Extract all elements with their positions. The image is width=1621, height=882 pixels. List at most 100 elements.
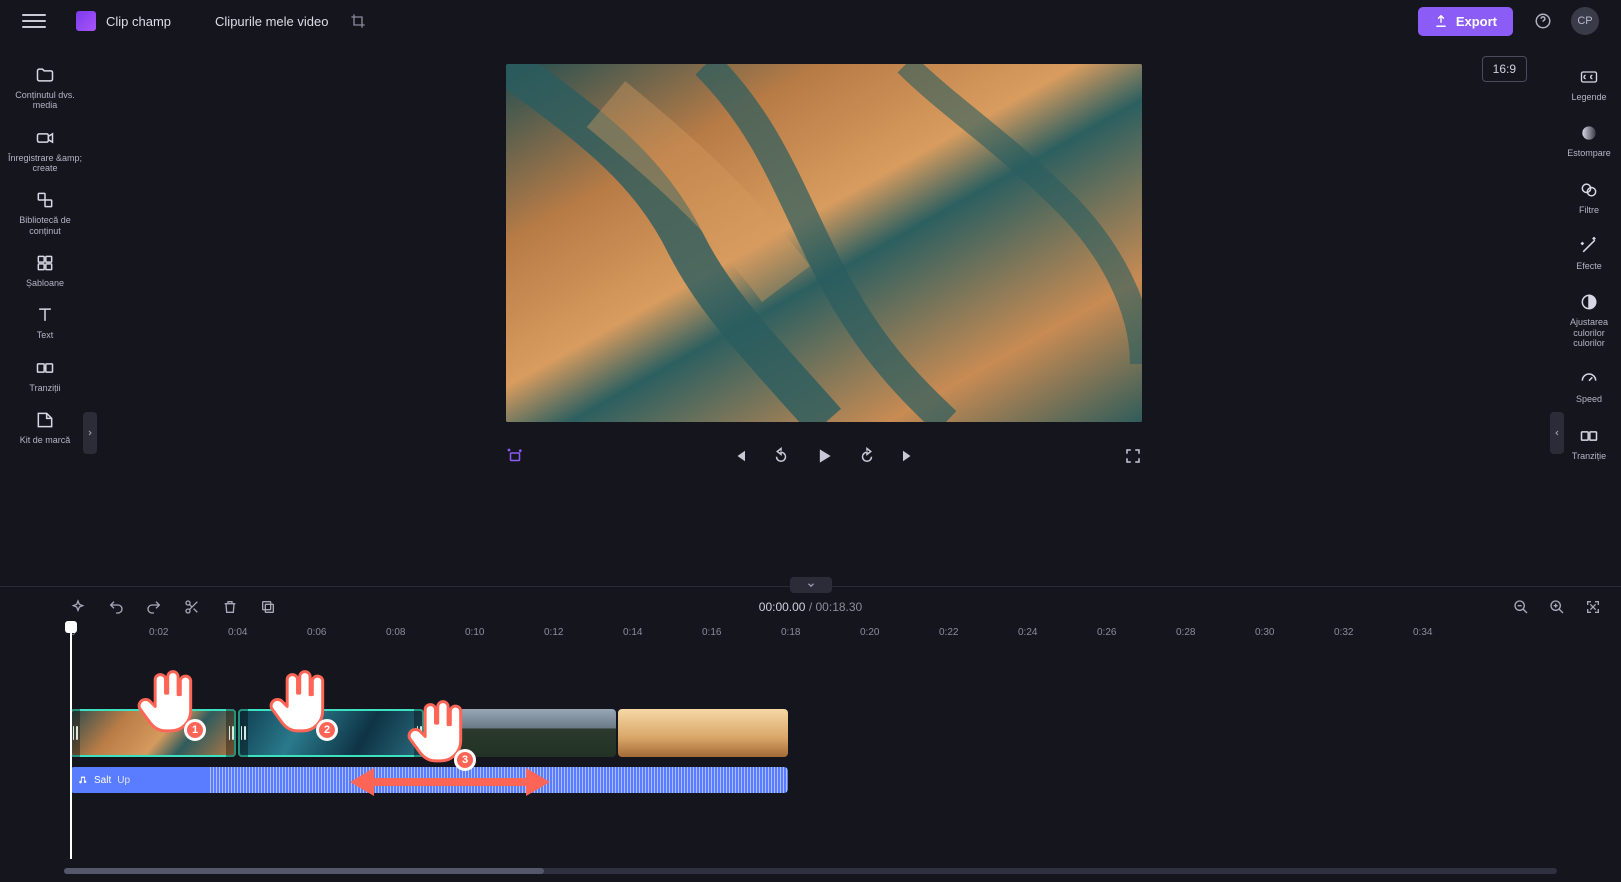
camera-icon — [35, 127, 55, 149]
skip-back-icon[interactable] — [730, 447, 748, 465]
contrast-icon — [1579, 291, 1599, 313]
project-title[interactable]: Clipurile mele video — [205, 10, 338, 33]
folder-icon — [35, 64, 55, 86]
timeline-ruler[interactable]: 00:020:040:060:080:100:120:140:160:180:2… — [70, 627, 1621, 649]
timeline-timecode: 00:00.00 / 00:18.30 — [759, 600, 862, 614]
preview-area: 16:9 — [90, 42, 1557, 586]
grid-icon — [35, 252, 55, 274]
right-item-color[interactable]: Ajustarea culorilor culorilor — [1559, 281, 1619, 358]
sidebar-item-label: Tranziții — [29, 383, 60, 393]
ruler-tick: 0:08 — [386, 627, 465, 649]
ruler-tick: 0:18 — [781, 627, 860, 649]
right-item-captions[interactable]: Legende — [1559, 56, 1619, 112]
skip-forward-icon[interactable] — [900, 447, 918, 465]
ruler-tick: 0:32 — [1334, 627, 1413, 649]
right-item-transition[interactable]: Tranziție — [1559, 415, 1619, 471]
duplicate-icon[interactable] — [260, 599, 276, 615]
sidebar-item-templates[interactable]: Șabloane — [3, 244, 87, 296]
right-item-label: Speed — [1576, 394, 1602, 404]
top-bar: Clip champ Clipurile mele video Export C… — [0, 0, 1621, 42]
scrollbar-thumb[interactable] — [64, 868, 544, 874]
audio-track[interactable]: Salt Up — [70, 767, 788, 793]
text-icon — [35, 304, 55, 326]
clip-handle-right[interactable] — [226, 709, 236, 757]
timeline-scrollbar[interactable] — [64, 868, 1557, 878]
wand-icon — [1579, 235, 1599, 257]
right-item-label: Tranziție — [1572, 451, 1606, 461]
right-panel-toggle[interactable] — [1550, 412, 1564, 454]
undo-icon[interactable] — [108, 599, 124, 615]
app-name: Clip champ — [106, 14, 171, 29]
sidebar-item-record[interactable]: Înregistrare &amp; create — [3, 119, 87, 182]
ruler-tick: 0:20 — [860, 627, 939, 649]
video-clip[interactable] — [618, 709, 788, 757]
scissors-icon[interactable] — [184, 599, 200, 615]
timeline-tracks[interactable]: Salt Up — [70, 649, 1621, 882]
zoom-in-icon[interactable] — [1549, 599, 1565, 615]
transition-icon — [35, 357, 55, 379]
ruler-tick: 0:12 — [544, 627, 623, 649]
right-item-label: Filtre — [1579, 205, 1599, 215]
clip-handle-right[interactable] — [414, 709, 424, 757]
zoom-out-icon[interactable] — [1513, 599, 1529, 615]
forward-icon[interactable] — [858, 447, 876, 465]
right-item-label: Efecte — [1576, 261, 1602, 271]
sparkle-icon[interactable] — [70, 599, 86, 615]
video-clip[interactable] — [238, 709, 424, 757]
ruler-tick: 0:30 — [1255, 627, 1334, 649]
avatar[interactable]: CP — [1571, 7, 1599, 35]
transition-icon — [1579, 425, 1599, 447]
ruler-tick: 0:02 — [149, 627, 228, 649]
stack-icon — [35, 189, 55, 211]
export-label: Export — [1456, 14, 1497, 29]
right-item-label: Legende — [1571, 92, 1606, 102]
zoom-fit-icon[interactable] — [1585, 599, 1601, 615]
filters-icon — [1579, 179, 1599, 201]
sidebar-item-media[interactable]: Conținutul dvs. media — [3, 56, 87, 119]
sidebar-item-label: Conținutul dvs. media — [5, 90, 85, 111]
video-clip[interactable] — [70, 709, 236, 757]
cc-icon — [1579, 66, 1599, 88]
right-item-label: Ajustarea culorilor culorilor — [1561, 317, 1617, 348]
video-track[interactable] — [70, 709, 788, 757]
redo-icon[interactable] — [146, 599, 162, 615]
play-icon[interactable] — [814, 446, 834, 466]
playhead[interactable] — [70, 623, 72, 859]
current-time: 00:00.00 — [759, 600, 806, 614]
playback-controls — [506, 446, 1142, 466]
right-item-fade[interactable]: Estompare — [1559, 112, 1619, 168]
help-icon[interactable] — [1529, 7, 1557, 35]
right-item-speed[interactable]: Speed — [1559, 358, 1619, 414]
ruler-tick: 0:26 — [1097, 627, 1176, 649]
sidebar-item-brandkit[interactable]: Kit de marcă — [3, 401, 87, 453]
right-item-label: Estompare — [1567, 148, 1611, 158]
crop-icon[interactable] — [350, 13, 366, 29]
sidebar-item-label: Șabloane — [26, 278, 64, 288]
sidebar-item-label: Text — [37, 330, 54, 340]
sidebar-item-text[interactable]: Text — [3, 296, 87, 348]
sidebar-item-transitions[interactable]: Tranziții — [3, 349, 87, 401]
video-clip[interactable] — [426, 709, 616, 757]
ruler-tick: 0:28 — [1176, 627, 1255, 649]
audio-clip-title: Salt — [94, 775, 111, 786]
ruler-tick: 0:14 — [623, 627, 702, 649]
fullscreen-icon[interactable] — [1124, 447, 1142, 465]
right-item-effects[interactable]: Efecte — [1559, 225, 1619, 281]
export-button[interactable]: Export — [1418, 7, 1513, 36]
left-sidebar: Conținutul dvs. media Înregistrare &amp;… — [0, 42, 90, 586]
brand-icon — [35, 409, 55, 431]
video-preview[interactable] — [506, 64, 1142, 422]
total-duration: 00:18.30 — [816, 600, 863, 614]
trash-icon[interactable] — [222, 599, 238, 615]
aspect-ratio-button[interactable]: 16:9 — [1482, 56, 1527, 82]
audio-clip[interactable]: Salt Up — [70, 767, 788, 793]
sidebar-item-label: Kit de marcă — [20, 435, 71, 445]
clip-handle-left[interactable] — [238, 709, 248, 757]
sidebar-item-label: Înregistrare &amp; create — [8, 153, 82, 174]
magic-icon[interactable] — [506, 447, 524, 465]
menu-icon[interactable] — [22, 10, 46, 32]
sidebar-item-library[interactable]: Bibliotecă de conținut — [3, 181, 87, 244]
rewind-icon[interactable] — [772, 447, 790, 465]
ruler-tick: 0:10 — [465, 627, 544, 649]
right-item-filters[interactable]: Filtre — [1559, 169, 1619, 225]
